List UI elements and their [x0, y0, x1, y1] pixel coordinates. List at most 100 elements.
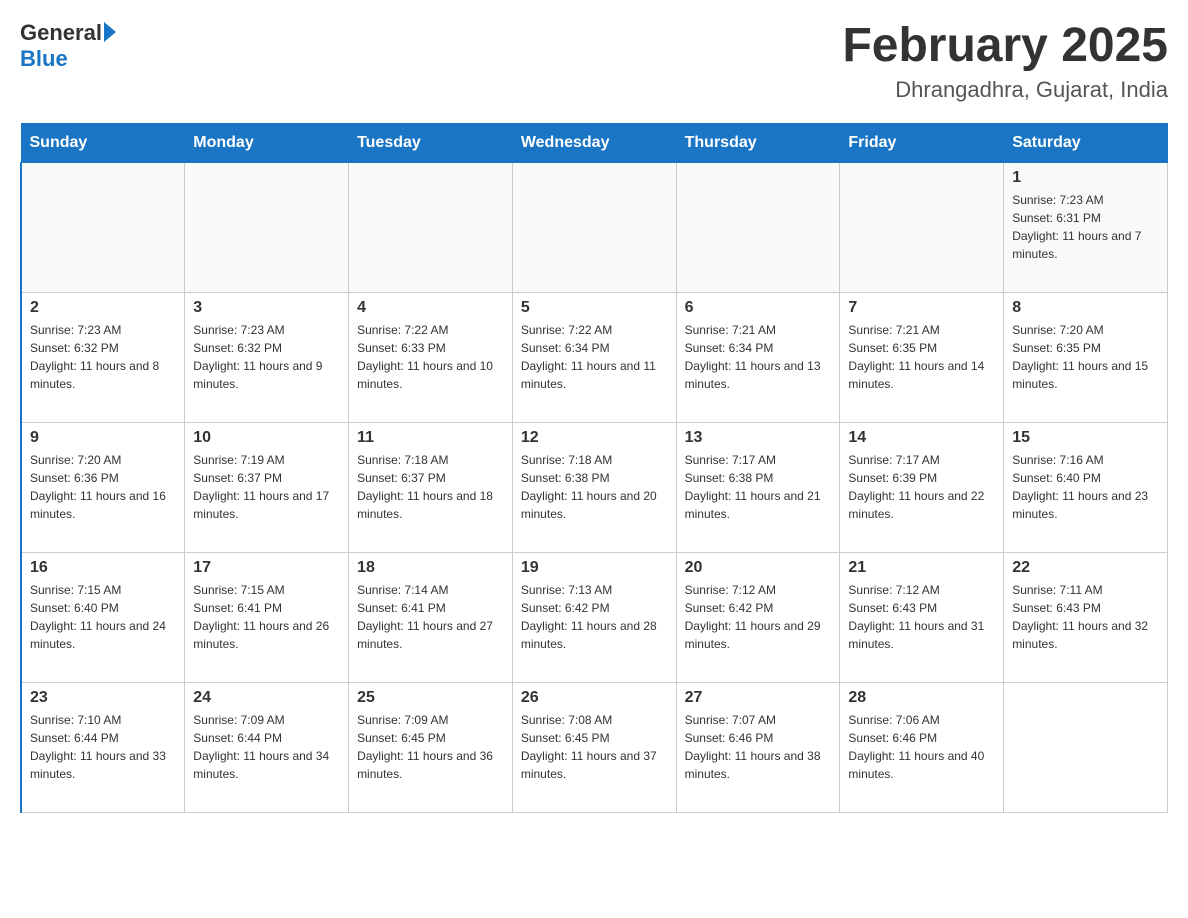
- day-cell: 4 Sunrise: 7:22 AM Sunset: 6:33 PM Daylig…: [349, 292, 513, 422]
- day-number: 5: [521, 299, 668, 317]
- day-number: 2: [30, 299, 176, 317]
- day-info: Sunrise: 7:23 AM Sunset: 6:31 PM Dayligh…: [1012, 191, 1159, 263]
- day-info: Sunrise: 7:21 AM Sunset: 6:35 PM Dayligh…: [848, 321, 995, 393]
- day-cell: 6 Sunrise: 7:21 AM Sunset: 6:34 PM Daylig…: [676, 292, 840, 422]
- day-cell: [1004, 682, 1168, 812]
- header-cell-wednesday: Wednesday: [512, 123, 676, 162]
- header-cell-saturday: Saturday: [1004, 123, 1168, 162]
- day-info: Sunrise: 7:15 AM Sunset: 6:41 PM Dayligh…: [193, 581, 340, 653]
- day-cell: 15Sunrise: 7:16 AM Sunset: 6:40 PM Dayli…: [1004, 422, 1168, 552]
- day-cell: 14 Sunrise: 7:17 AM Sunset: 6:39 PM Dayli…: [840, 422, 1004, 552]
- day-number: 13: [685, 429, 832, 447]
- day-cell: 12 Sunrise: 7:18 AM Sunset: 6:38 PM Dayli…: [512, 422, 676, 552]
- day-info: Sunrise: 7:10 AM Sunset: 6:44 PM Dayligh…: [30, 711, 176, 783]
- day-cell: [185, 162, 349, 292]
- day-cell: 7 Sunrise: 7:21 AM Sunset: 6:35 PM Daylig…: [840, 292, 1004, 422]
- header-cell-friday: Friday: [840, 123, 1004, 162]
- logo-arrow-icon: [104, 22, 116, 42]
- day-cell: 5 Sunrise: 7:22 AM Sunset: 6:34 PM Daylig…: [512, 292, 676, 422]
- day-number: 8: [1012, 299, 1159, 317]
- day-number: 25: [357, 689, 504, 707]
- calendar-subtitle: Dhrangadhra, Gujarat, India: [842, 77, 1168, 103]
- day-info: Sunrise: 7:23 AM Sunset: 6:32 PM Dayligh…: [30, 321, 176, 393]
- logo-general-text: General: [20, 20, 102, 46]
- header-cell-tuesday: Tuesday: [349, 123, 513, 162]
- day-number: 21: [848, 559, 995, 577]
- day-number: 15: [1012, 429, 1159, 447]
- day-cell: 22Sunrise: 7:11 AM Sunset: 6:43 PM Dayli…: [1004, 552, 1168, 682]
- day-cell: 13 Sunrise: 7:17 AM Sunset: 6:38 PM Dayli…: [676, 422, 840, 552]
- week-row-0: 1 Sunrise: 7:23 AM Sunset: 6:31 PM Daylig…: [21, 162, 1168, 292]
- day-cell: 19 Sunrise: 7:13 AM Sunset: 6:42 PM Dayli…: [512, 552, 676, 682]
- header-row: SundayMondayTuesdayWednesdayThursdayFrid…: [21, 123, 1168, 162]
- day-cell: 11Sunrise: 7:18 AM Sunset: 6:37 PM Dayli…: [349, 422, 513, 552]
- day-info: Sunrise: 7:15 AM Sunset: 6:40 PM Dayligh…: [30, 581, 176, 653]
- day-info: Sunrise: 7:13 AM Sunset: 6:42 PM Dayligh…: [521, 581, 668, 653]
- day-cell: 20 Sunrise: 7:12 AM Sunset: 6:42 PM Dayli…: [676, 552, 840, 682]
- day-number: 28: [848, 689, 995, 707]
- day-cell: [349, 162, 513, 292]
- day-cell: 2 Sunrise: 7:23 AM Sunset: 6:32 PM Daylig…: [21, 292, 185, 422]
- page-header: General Blue February 2025 Dhrangadhra, …: [20, 20, 1168, 103]
- calendar-title: February 2025: [842, 20, 1168, 73]
- day-info: Sunrise: 7:17 AM Sunset: 6:38 PM Dayligh…: [685, 451, 832, 523]
- day-cell: 21 Sunrise: 7:12 AM Sunset: 6:43 PM Dayli…: [840, 552, 1004, 682]
- week-row-3: 16Sunrise: 7:15 AM Sunset: 6:40 PM Dayli…: [21, 552, 1168, 682]
- day-number: 4: [357, 299, 504, 317]
- day-info: Sunrise: 7:12 AM Sunset: 6:43 PM Dayligh…: [848, 581, 995, 653]
- day-info: Sunrise: 7:19 AM Sunset: 6:37 PM Dayligh…: [193, 451, 340, 523]
- day-cell: 9Sunrise: 7:20 AM Sunset: 6:36 PM Daylig…: [21, 422, 185, 552]
- day-cell: 8 Sunrise: 7:20 AM Sunset: 6:35 PM Daylig…: [1004, 292, 1168, 422]
- day-number: 3: [193, 299, 340, 317]
- day-cell: 25Sunrise: 7:09 AM Sunset: 6:45 PM Dayli…: [349, 682, 513, 812]
- day-info: Sunrise: 7:09 AM Sunset: 6:44 PM Dayligh…: [193, 711, 340, 783]
- day-cell: 17 Sunrise: 7:15 AM Sunset: 6:41 PM Dayli…: [185, 552, 349, 682]
- calendar-body: 1 Sunrise: 7:23 AM Sunset: 6:31 PM Daylig…: [21, 162, 1168, 812]
- day-cell: 26 Sunrise: 7:08 AM Sunset: 6:45 PM Dayli…: [512, 682, 676, 812]
- day-number: 24: [193, 689, 340, 707]
- calendar-table: SundayMondayTuesdayWednesdayThursdayFrid…: [20, 123, 1168, 813]
- day-info: Sunrise: 7:20 AM Sunset: 6:36 PM Dayligh…: [30, 451, 176, 523]
- day-cell: [840, 162, 1004, 292]
- day-number: 7: [848, 299, 995, 317]
- header-cell-monday: Monday: [185, 123, 349, 162]
- week-row-1: 2 Sunrise: 7:23 AM Sunset: 6:32 PM Daylig…: [21, 292, 1168, 422]
- day-info: Sunrise: 7:21 AM Sunset: 6:34 PM Dayligh…: [685, 321, 832, 393]
- day-number: 23: [30, 689, 176, 707]
- day-info: Sunrise: 7:12 AM Sunset: 6:42 PM Dayligh…: [685, 581, 832, 653]
- day-cell: 1 Sunrise: 7:23 AM Sunset: 6:31 PM Daylig…: [1004, 162, 1168, 292]
- day-cell: [512, 162, 676, 292]
- day-number: 11: [357, 429, 504, 447]
- day-info: Sunrise: 7:18 AM Sunset: 6:38 PM Dayligh…: [521, 451, 668, 523]
- day-cell: 23 Sunrise: 7:10 AM Sunset: 6:44 PM Dayli…: [21, 682, 185, 812]
- day-number: 26: [521, 689, 668, 707]
- day-number: 10: [193, 429, 340, 447]
- day-number: 12: [521, 429, 668, 447]
- logo-blue-text: Blue: [20, 46, 68, 72]
- day-number: 17: [193, 559, 340, 577]
- header-cell-sunday: Sunday: [21, 123, 185, 162]
- day-info: Sunrise: 7:22 AM Sunset: 6:33 PM Dayligh…: [357, 321, 504, 393]
- header-cell-thursday: Thursday: [676, 123, 840, 162]
- day-info: Sunrise: 7:06 AM Sunset: 6:46 PM Dayligh…: [848, 711, 995, 783]
- day-info: Sunrise: 7:23 AM Sunset: 6:32 PM Dayligh…: [193, 321, 340, 393]
- day-cell: 18Sunrise: 7:14 AM Sunset: 6:41 PM Dayli…: [349, 552, 513, 682]
- day-number: 14: [848, 429, 995, 447]
- day-number: 27: [685, 689, 832, 707]
- week-row-4: 23 Sunrise: 7:10 AM Sunset: 6:44 PM Dayli…: [21, 682, 1168, 812]
- day-cell: [676, 162, 840, 292]
- day-info: Sunrise: 7:08 AM Sunset: 6:45 PM Dayligh…: [521, 711, 668, 783]
- day-number: 6: [685, 299, 832, 317]
- logo: General Blue: [20, 20, 116, 72]
- day-number: 1: [1012, 169, 1159, 187]
- day-number: 19: [521, 559, 668, 577]
- day-info: Sunrise: 7:17 AM Sunset: 6:39 PM Dayligh…: [848, 451, 995, 523]
- day-cell: [21, 162, 185, 292]
- title-block: February 2025 Dhrangadhra, Gujarat, Indi…: [842, 20, 1168, 103]
- day-number: 20: [685, 559, 832, 577]
- day-info: Sunrise: 7:20 AM Sunset: 6:35 PM Dayligh…: [1012, 321, 1159, 393]
- day-info: Sunrise: 7:22 AM Sunset: 6:34 PM Dayligh…: [521, 321, 668, 393]
- day-cell: 16Sunrise: 7:15 AM Sunset: 6:40 PM Dayli…: [21, 552, 185, 682]
- day-info: Sunrise: 7:11 AM Sunset: 6:43 PM Dayligh…: [1012, 581, 1159, 653]
- day-number: 18: [357, 559, 504, 577]
